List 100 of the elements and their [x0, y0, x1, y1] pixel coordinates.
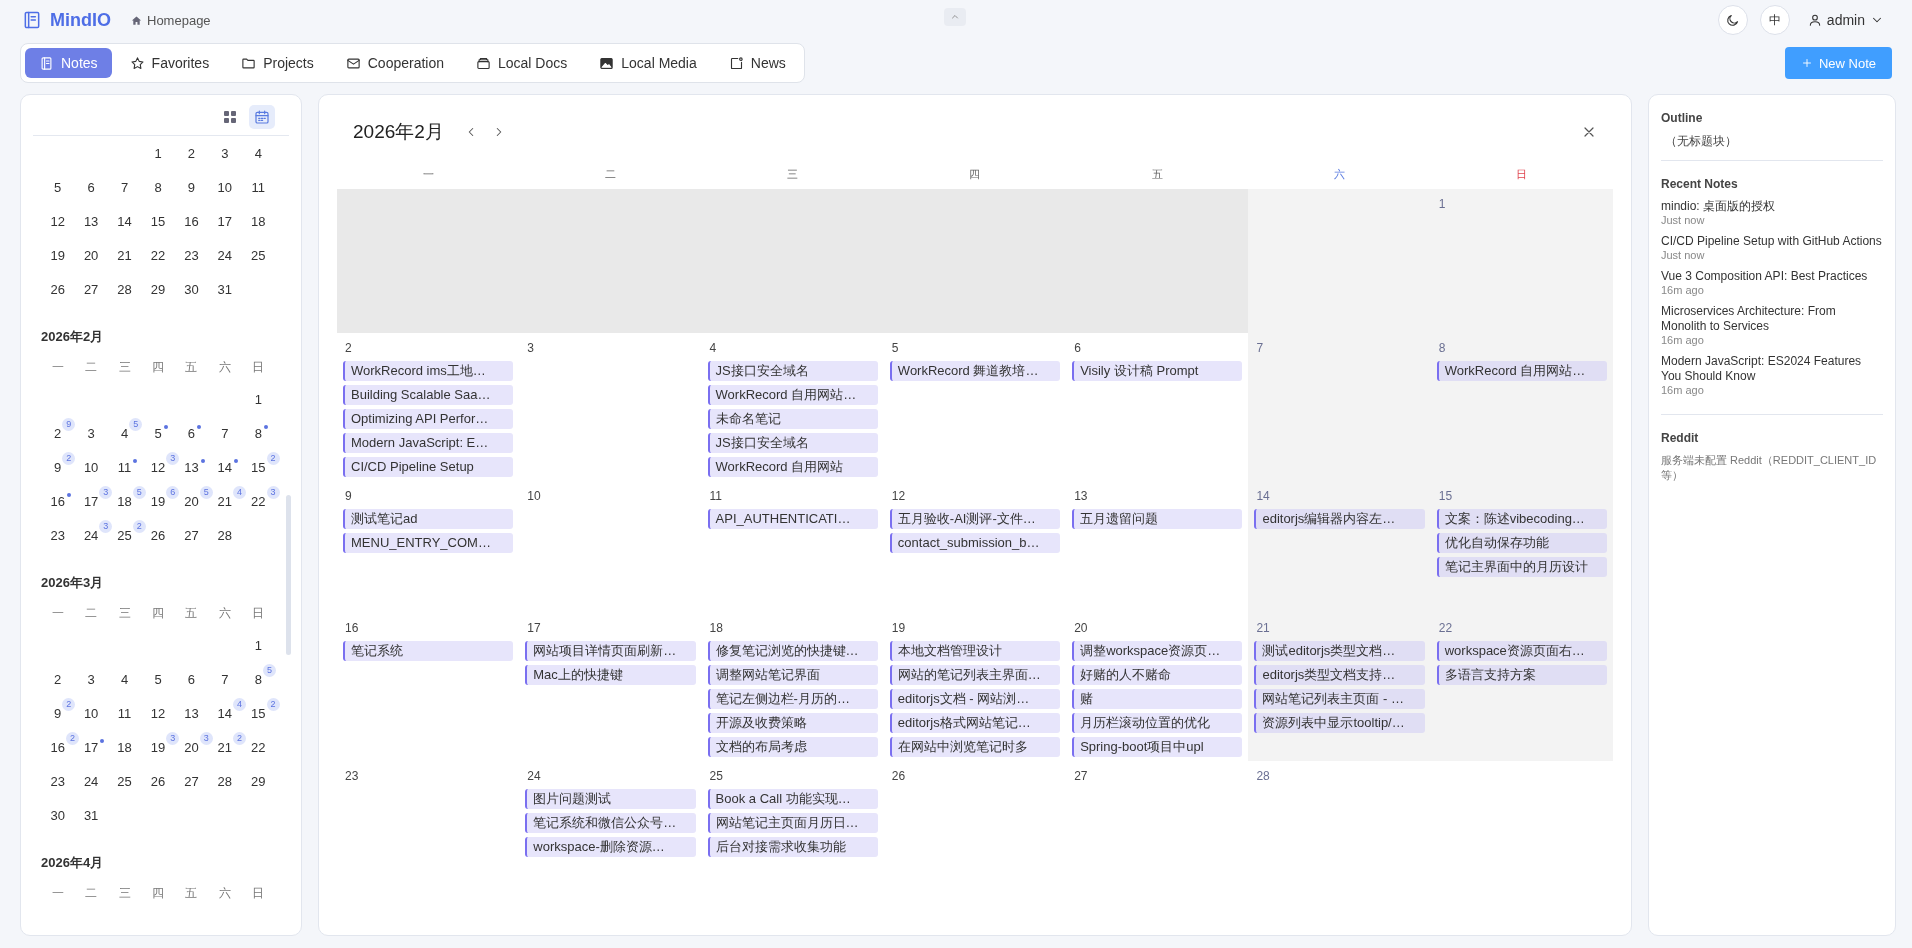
note-entry[interactable]: 调整网站笔记界面: [707, 665, 878, 685]
calendar-cell[interactable]: 18 修复笔记浏览的快捷键… 调整网站笔记界面 笔记左侧边栏-月历的… 开源及收费策略 文档的布局考虑: [701, 613, 884, 761]
calendar-day[interactable]: 1: [254, 637, 262, 653]
note-entry[interactable]: WorkRecord ims工地…: [343, 361, 514, 381]
calendar-day[interactable]: 21: [117, 247, 132, 263]
calendar-day[interactable]: 10: [83, 459, 99, 475]
note-entry[interactable]: editorjs文档 - 网站浏…: [889, 689, 1061, 709]
calendar-day[interactable]: 18: [117, 739, 132, 755]
calendar-day[interactable]: 22: [150, 247, 166, 263]
note-entry[interactable]: WorkRecord 自用网站: [707, 457, 878, 477]
nav-tab[interactable]: News: [714, 48, 800, 78]
calendar-day[interactable]: 3: [87, 425, 95, 441]
calendar-day[interactable]: 7: [221, 425, 229, 441]
nav-tab[interactable]: Local Media: [585, 48, 711, 78]
calendar-cell[interactable]: 26: [883, 761, 1067, 893]
note-entry[interactable]: 优化自动保存功能: [1436, 533, 1607, 553]
calendar-day[interactable]: 24: [83, 773, 99, 789]
note-entry[interactable]: 测试笔记ad: [343, 509, 514, 529]
calendar-cell[interactable]: 17 网站项目详情页面刷新… Mac上的快捷键: [519, 613, 702, 761]
scrollbar-thumb[interactable]: [286, 495, 291, 655]
calendar-cell[interactable]: 2 WorkRecord ims工地… Building Scalable Saa… Optimizing API Perfor… Modern JavaScript: E… CI/CD Pipeline Setup: [337, 333, 520, 481]
calendar-day[interactable]: 4: [254, 145, 262, 161]
calendar-day[interactable]: 22: [251, 739, 266, 755]
calendar-day[interactable]: 27: [184, 773, 199, 789]
calendar-day[interactable]: 24: [83, 527, 99, 543]
view-toggle-button[interactable]: [249, 105, 275, 129]
calendar-day[interactable]: 1: [154, 145, 162, 161]
calendar-day[interactable]: 17: [83, 493, 99, 509]
calendar-day[interactable]: 26: [150, 773, 166, 789]
recent-note-title[interactable]: mindio: 桌面版的授权: [1661, 199, 1883, 214]
calendar-day[interactable]: 5: [54, 179, 62, 195]
note-entry[interactable]: 在网站中浏览笔记时多: [889, 737, 1061, 757]
note-entry[interactable]: 五月验收-AI测评-文件…: [889, 509, 1061, 529]
calendar-day[interactable]: 21: [217, 739, 233, 755]
note-entry[interactable]: 修复笔记浏览的快捷键…: [707, 641, 878, 661]
recent-note-title[interactable]: Modern JavaScript: ES2024 Features You Should Know: [1661, 354, 1883, 384]
note-entry[interactable]: workspace资源页面右…: [1436, 641, 1607, 661]
note-entry[interactable]: API_AUTHENTICATI…: [707, 509, 878, 529]
calendar-day[interactable]: 14: [217, 459, 233, 475]
note-entry[interactable]: 月历栏滚动位置的优化: [1072, 713, 1243, 733]
calendar-cell[interactable]: 20 调整workspace资源页… 好赌的人不赌命 赌 月历栏滚动位置的优化 Spring-boot项目中upl: [1066, 613, 1249, 761]
calendar-cell[interactable]: 14 editorjs编辑器内容左…: [1248, 481, 1431, 613]
calendar-day[interactable]: 26: [150, 527, 166, 543]
note-entry[interactable]: 好赌的人不赌命: [1072, 665, 1243, 685]
note-entry[interactable]: 网站笔记主页面月历日…: [707, 813, 878, 833]
calendar-day[interactable]: 30: [184, 281, 199, 297]
note-entry[interactable]: WorkRecord 自用网站…: [707, 385, 878, 405]
calendar-day[interactable]: 28: [217, 773, 233, 789]
calendar-day[interactable]: 15: [251, 705, 266, 721]
calendar-day[interactable]: 23: [50, 527, 65, 543]
note-entry[interactable]: Optimizing API Perfor…: [343, 409, 514, 429]
calendar-cell[interactable]: 25 Book a Call 功能实现… 网站笔记主页面月历日… 后台对接需求收集功能: [701, 761, 884, 893]
calendar-cell[interactable]: 27: [1066, 761, 1249, 893]
note-entry[interactable]: JS接口安全域名: [707, 361, 878, 381]
calendar-cell[interactable]: 24 图片问题测试 笔记系统和微信公众号… workspace-删除资源…: [519, 761, 702, 893]
calendar-day[interactable]: 8: [254, 425, 262, 441]
note-entry[interactable]: 文案：陈述vibecoding…: [1436, 509, 1607, 529]
calendar-day[interactable]: 6: [87, 179, 95, 195]
calendar-cell[interactable]: 13 五月遗留问题: [1066, 481, 1249, 613]
calendar-day[interactable]: 22: [251, 493, 266, 509]
calendar-cell[interactable]: 21 测试editorjs类型文档… editorjs类型文档支持… 网站笔记列表主页面 - … 资源列表中显示tooltip/…: [1248, 613, 1431, 761]
calendar-day[interactable]: 7: [221, 671, 229, 687]
calendar-cell[interactable]: 3: [519, 333, 702, 481]
note-entry[interactable]: 后台对接需求收集功能: [707, 837, 878, 857]
calendar-cell[interactable]: 15 文案：陈述vibecoding… 优化自动保存功能 笔记主界面中的月历设计: [1430, 481, 1613, 613]
calendar-cell[interactable]: 9 测试笔记ad MENU_ENTRY_COM…: [337, 481, 520, 613]
note-entry[interactable]: CI/CD Pipeline Setup: [343, 457, 514, 477]
calendar-cell[interactable]: 5 WorkRecord 舞道教培…: [883, 333, 1067, 481]
nav-tab[interactable]: Cooperation: [331, 48, 458, 78]
note-entry[interactable]: workspace-删除资源…: [525, 837, 696, 857]
calendar-day[interactable]: 8: [254, 671, 262, 687]
note-entry[interactable]: Visily 设计稿 Prompt: [1072, 361, 1243, 381]
calendar-day[interactable]: 2: [54, 671, 62, 687]
calendar-day[interactable]: 2: [187, 145, 196, 161]
theme-toggle-button[interactable]: [1717, 5, 1748, 35]
recent-note-title[interactable]: Vue 3 Composition API: Best Practices: [1661, 269, 1883, 284]
note-entry[interactable]: 笔记系统和微信公众号…: [525, 813, 696, 833]
calendar-day[interactable]: 20: [184, 493, 199, 509]
calendar-day[interactable]: 4: [120, 425, 129, 441]
note-entry[interactable]: 五月遗留问题: [1072, 509, 1243, 529]
calendar-day[interactable]: 5: [154, 425, 162, 441]
note-entry[interactable]: 笔记主界面中的月历设计: [1436, 557, 1607, 577]
calendar-day[interactable]: 31: [217, 281, 233, 297]
calendar-day[interactable]: 23: [184, 247, 199, 263]
calendar-day[interactable]: 12: [150, 459, 166, 475]
calendar-day[interactable]: 13: [184, 459, 199, 475]
calendar-day[interactable]: 7: [120, 179, 129, 195]
note-entry[interactable]: 未命名笔记: [707, 409, 878, 429]
calendar-cell[interactable]: 7: [1248, 333, 1431, 481]
note-entry[interactable]: editorjs格式网站笔记…: [889, 713, 1061, 733]
calendar-day[interactable]: 11: [117, 705, 132, 721]
calendar-day[interactable]: 5: [154, 671, 162, 687]
calendar-day[interactable]: 16: [50, 493, 65, 509]
calendar-day[interactable]: 3: [87, 671, 95, 687]
calendar-day[interactable]: 11: [251, 179, 265, 195]
calendar-day[interactable]: 30: [50, 807, 65, 823]
calendar-day[interactable]: 27: [184, 527, 199, 543]
note-entry[interactable]: JS接口安全域名: [707, 433, 878, 453]
note-entry[interactable]: WorkRecord 舞道教培…: [889, 361, 1061, 381]
calendar-day[interactable]: 28: [117, 281, 132, 297]
